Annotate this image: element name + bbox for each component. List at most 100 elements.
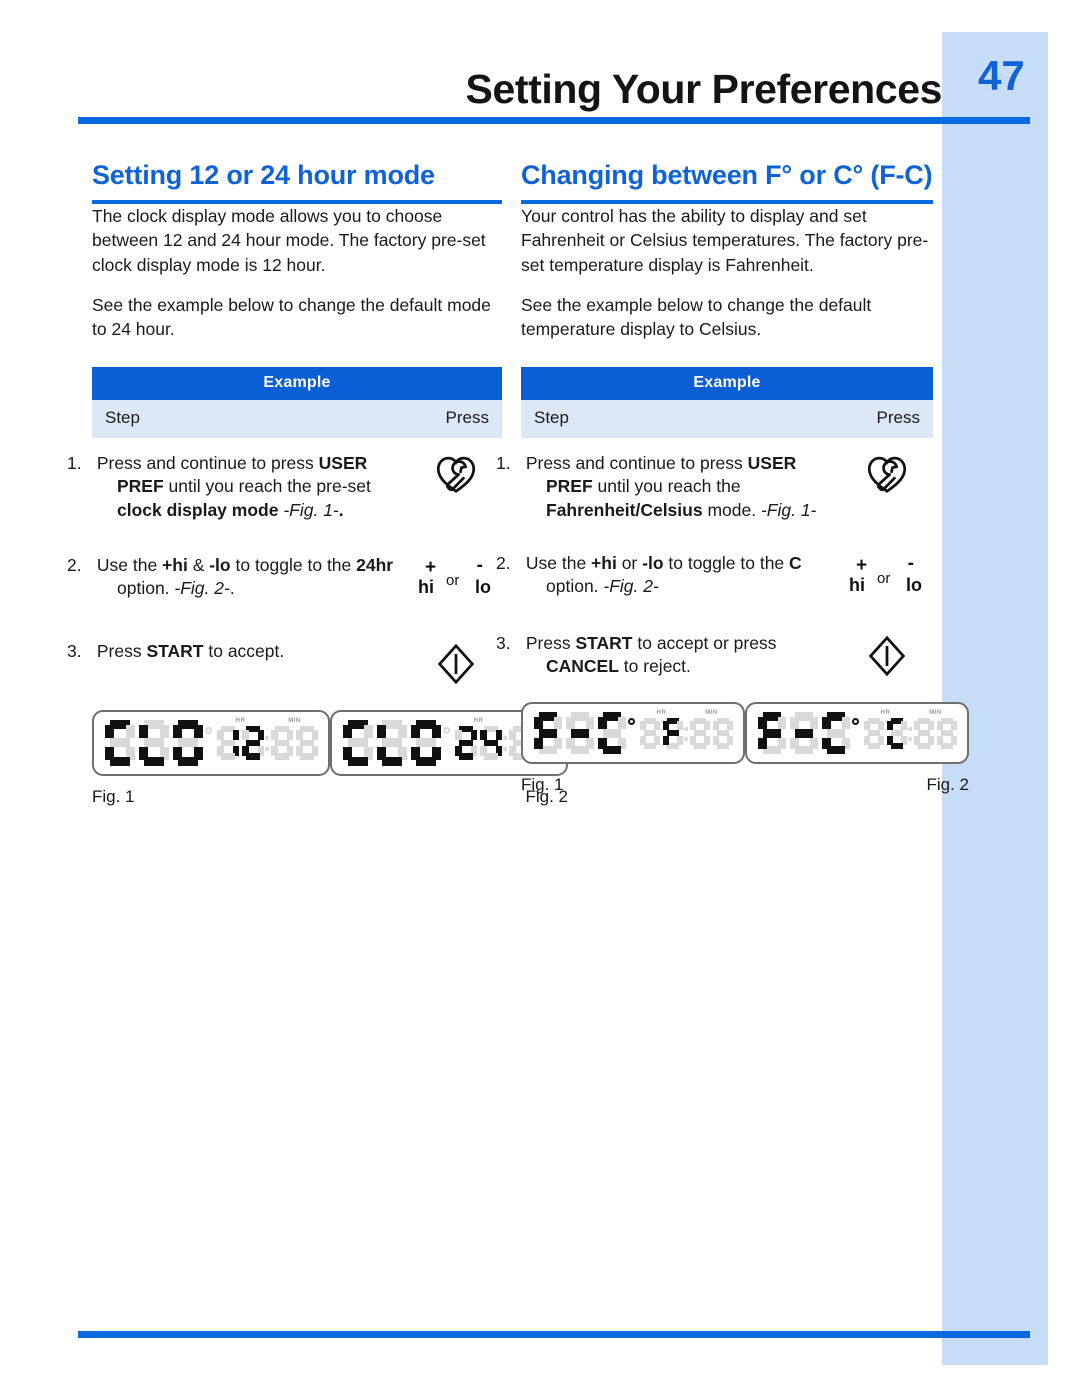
left-example-table: Example Step Press 1. Press and continue… bbox=[67, 367, 502, 686]
left-step-3: 3. Press START to accept. bbox=[67, 640, 502, 686]
lcd-mode-word bbox=[105, 719, 203, 766]
right-step-1: 1. Press and continue to press USER PREF… bbox=[496, 452, 933, 522]
lcd-min-label: MIN bbox=[929, 709, 942, 716]
lcd-digit bbox=[480, 725, 502, 760]
right-example-table: Example Step Press 1. Press and continue… bbox=[496, 367, 933, 679]
left-section-heading: Setting 12 or 24 hour mode bbox=[92, 160, 435, 190]
right-figure-row: HR MIN Fig. 1 HR MIN Fig. 2 bbox=[521, 702, 969, 795]
lcd-degree-icon bbox=[628, 717, 635, 725]
left-figure-row: HRMIN Fig. 1 HRMIN Fig. 2 bbox=[92, 709, 568, 807]
lcd-mode-word bbox=[758, 712, 850, 755]
left-example-title: Example bbox=[92, 367, 502, 401]
right-figure-1: HR MIN Fig. 1 bbox=[521, 702, 745, 795]
right-step-2-press: + - hi or lo bbox=[841, 552, 933, 600]
lcd-value-field: HR MIN bbox=[217, 718, 318, 760]
left-step-3-press bbox=[410, 640, 502, 686]
right-step-2-text: 2. Use the +hi or -lo to toggle to the C… bbox=[496, 552, 802, 597]
lcd-digit bbox=[296, 725, 318, 760]
left-paragraph-1: The clock display mode allows you to cho… bbox=[92, 206, 486, 275]
lcd-hr-label: HR bbox=[656, 709, 667, 716]
plus-hi-or-minus-lo-icon: + - hi or lo bbox=[847, 554, 927, 600]
right-step-2: 2. Use the +hi or -lo to toggle to the C… bbox=[496, 552, 933, 600]
minus-sign: - bbox=[907, 552, 914, 574]
left-step-3-text: 3. Press START to accept. bbox=[67, 640, 285, 661]
right-column: Changing between F° or C° (F-C) Your con… bbox=[496, 160, 969, 795]
lcd-degree-icon bbox=[205, 727, 212, 735]
lcd-digit bbox=[937, 717, 957, 749]
lcd-colon bbox=[264, 726, 271, 760]
lcd-digit bbox=[217, 725, 239, 760]
lcd-mode-word bbox=[534, 712, 626, 755]
right-figure-1-caption: Fig. 1 bbox=[521, 775, 564, 795]
left-step-1: 1. Press and continue to press USER PREF… bbox=[67, 452, 502, 522]
user-pref-wrench-icon bbox=[435, 454, 477, 494]
page-header: Setting Your Preferences bbox=[78, 46, 943, 112]
left-figure-1: HR MIN Fig. 1 bbox=[92, 709, 330, 807]
lcd-degree-icon bbox=[443, 727, 450, 735]
or-label: or bbox=[446, 571, 460, 589]
left-figure-1-caption: Fig. 1 bbox=[92, 786, 135, 806]
header-rule bbox=[78, 117, 1030, 124]
lcd-digit bbox=[914, 717, 934, 749]
right-example-title: Example bbox=[521, 367, 933, 401]
left-step-1-press bbox=[410, 452, 502, 494]
lcd-hr-label: HR bbox=[473, 717, 484, 724]
lcd-colon bbox=[683, 718, 690, 749]
page-title: Setting Your Preferences bbox=[465, 66, 943, 112]
right-step-1-text: 1. Press and continue to press USER PREF… bbox=[496, 453, 817, 520]
right-step-list: 1. Press and continue to press USER PREF… bbox=[496, 452, 933, 679]
lcd-min-pair: MIN bbox=[914, 710, 957, 749]
user-pref-wrench-icon bbox=[866, 454, 908, 494]
lcd-hr-pair: HR bbox=[864, 710, 907, 749]
lcd-digit bbox=[139, 719, 169, 766]
lcd-digit bbox=[758, 712, 786, 755]
right-paragraph-1: Your control has the ability to display … bbox=[521, 206, 929, 275]
left-step-2: 2. Use the +hi & -lo to toggle to the 24… bbox=[67, 554, 502, 602]
right-section-heading: Changing between F° or C° (F-C) bbox=[521, 160, 933, 190]
lcd-min-label: MIN bbox=[288, 717, 301, 724]
right-lcd-1: HR MIN bbox=[521, 702, 745, 765]
left-col-step-label: Step bbox=[105, 408, 140, 428]
lcd-hr-label: HR bbox=[880, 709, 891, 716]
lcd-digit bbox=[377, 719, 407, 766]
manual-page: Setting Your Preferences 47 Setting 12 o… bbox=[0, 0, 1080, 1397]
lcd-digit bbox=[640, 717, 660, 749]
lcd-digit bbox=[105, 719, 135, 766]
lcd-digit bbox=[663, 717, 683, 749]
left-lcd-1: HR MIN bbox=[92, 709, 330, 776]
plus-sign: + bbox=[425, 556, 437, 578]
hi-label: hi bbox=[418, 576, 434, 597]
lcd-digit bbox=[411, 719, 441, 766]
lcd-min-label: MIN bbox=[705, 709, 718, 716]
lcd-digit bbox=[173, 719, 203, 766]
left-example-columns: Step Press bbox=[92, 400, 502, 439]
lcd-digit bbox=[822, 712, 850, 755]
right-paragraph-2: See the example below to change the defa… bbox=[521, 294, 872, 339]
right-figure-2: HR MIN Fig. 2 bbox=[745, 702, 969, 795]
right-col-press-label: Press bbox=[876, 408, 920, 428]
lo-label: lo bbox=[475, 576, 491, 597]
lcd-digit bbox=[534, 712, 562, 755]
right-figure-2-caption: Fig. 2 bbox=[926, 775, 969, 795]
lcd-digit bbox=[566, 712, 594, 755]
or-label: or bbox=[877, 569, 891, 587]
right-step-3-text: 3. Press START to accept or press CANCEL… bbox=[496, 632, 777, 677]
lcd-hr-label: HR bbox=[235, 717, 246, 724]
left-step-2-text: 2. Use the +hi & -lo to toggle to the 24… bbox=[67, 554, 394, 599]
start-diamond-icon bbox=[867, 634, 907, 678]
lcd-hr-pair: HR bbox=[217, 718, 264, 760]
left-step-1-text: 1. Press and continue to press USER PREF… bbox=[67, 453, 371, 520]
lcd-hr-pair: HR bbox=[455, 718, 502, 760]
lcd-colon bbox=[502, 726, 509, 760]
lcd-digit bbox=[343, 719, 373, 766]
lcd-colon bbox=[907, 718, 914, 749]
lcd-degree-icon bbox=[852, 717, 859, 725]
minus-sign: - bbox=[476, 554, 483, 576]
right-step-3: 3. Press START to accept or press CANCEL… bbox=[496, 632, 933, 679]
lcd-min-pair: MIN bbox=[690, 710, 733, 749]
left-paragraph-2: See the example below to change the defa… bbox=[92, 294, 491, 339]
footer-rule bbox=[78, 1331, 1030, 1338]
lcd-digit bbox=[690, 717, 710, 749]
lcd-digit bbox=[598, 712, 626, 755]
lcd-value-field: HR MIN bbox=[640, 710, 733, 749]
